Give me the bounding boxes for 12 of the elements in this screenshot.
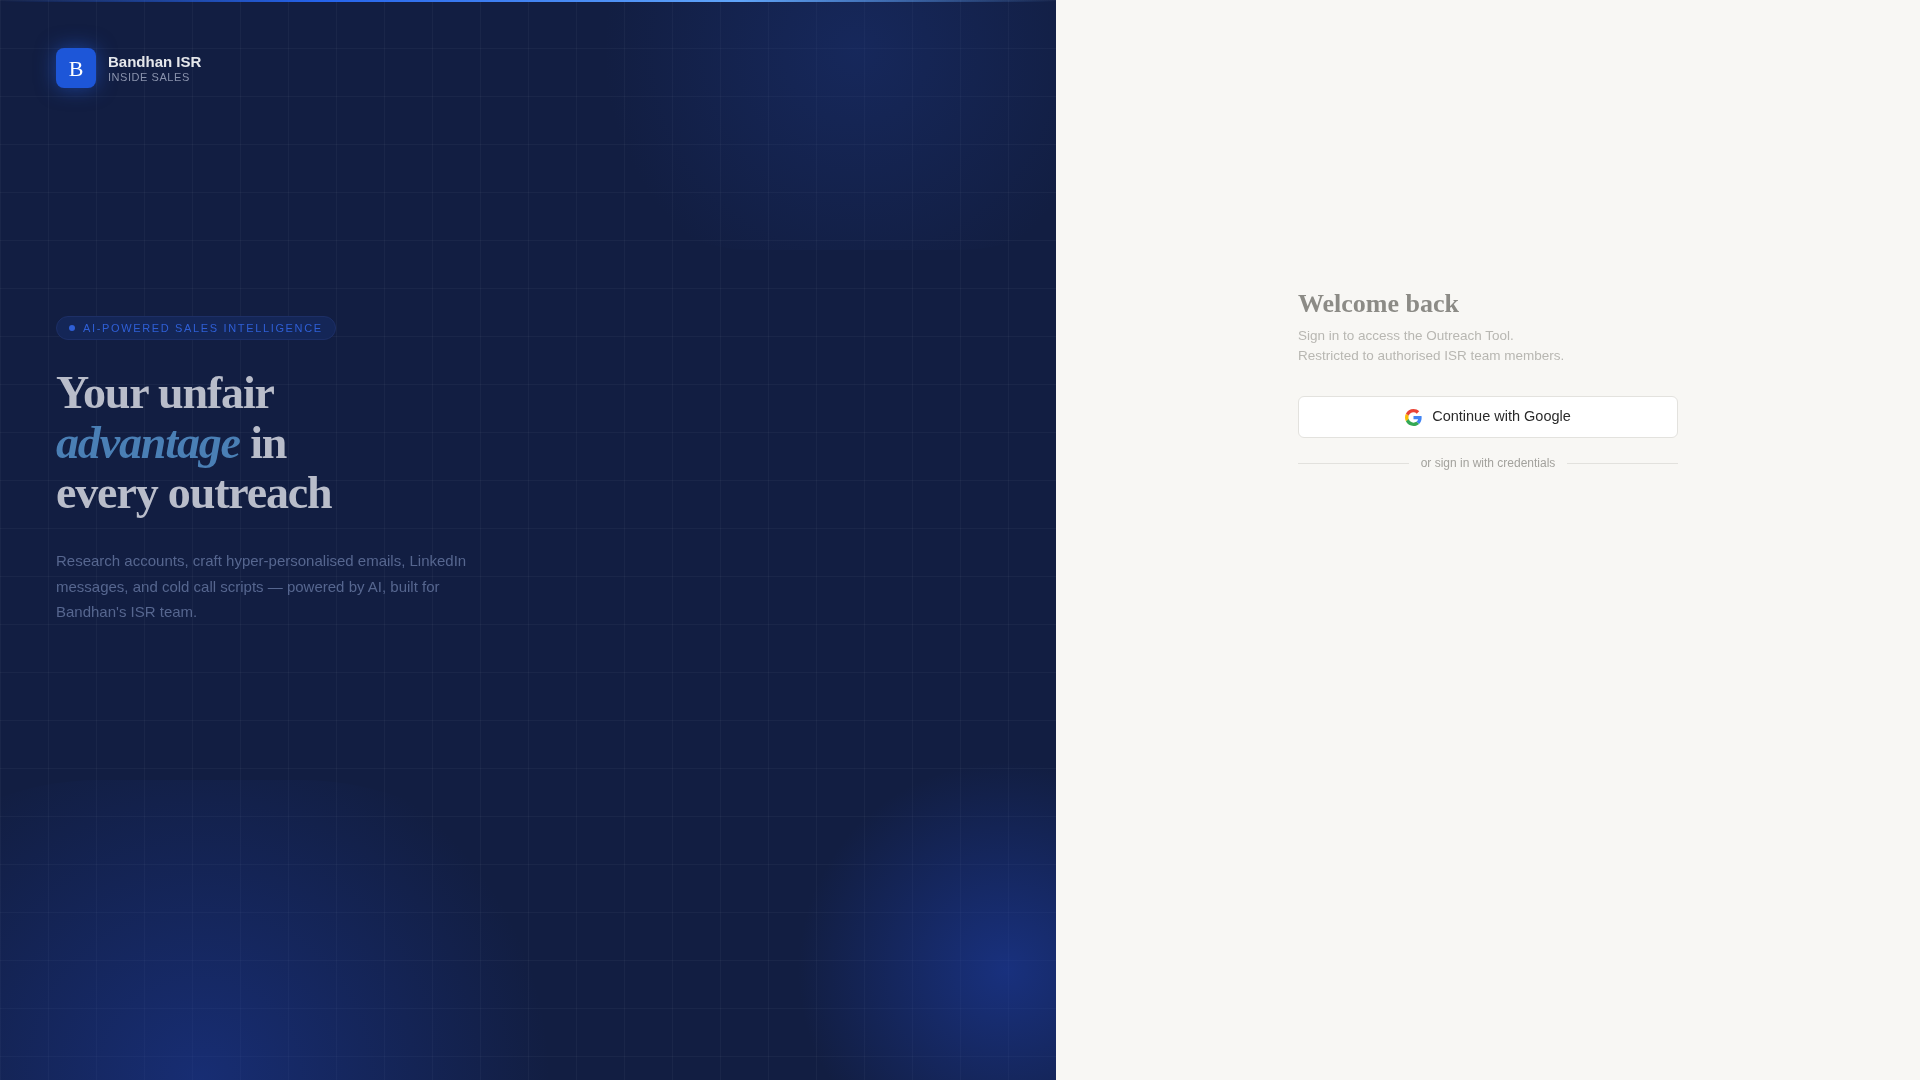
hero-description: Research accounts, craft hyper-personalised emails, LinkedIn messages, and cold call scripts — powered by AI, built for Bandhan's ISR team. <box>56 551 468 622</box>
logo-badge: B <box>56 48 96 88</box>
login-title: Welcome back <box>1298 288 1461 320</box>
google-icon <box>1405 408 1423 426</box>
headline: Your unfair advantage in every outreach <box>56 368 333 518</box>
feature-badge: AI-POWERED SALES INTELLIGENCE <box>56 316 336 340</box>
brand-name: Bandhan ISR <box>108 52 202 71</box>
login-subtitle: Sign in to access the Outreach Tool. <box>1298 327 1515 345</box>
google-sign-in-button[interactable]: Continue with Google <box>1298 396 1678 438</box>
brand-tagline: INSIDE SALES <box>108 70 191 84</box>
divider-label: or sign in with credentials <box>1420 455 1556 472</box>
login-subtitle: Restricted to authorised ISR team members. <box>1298 347 1566 365</box>
